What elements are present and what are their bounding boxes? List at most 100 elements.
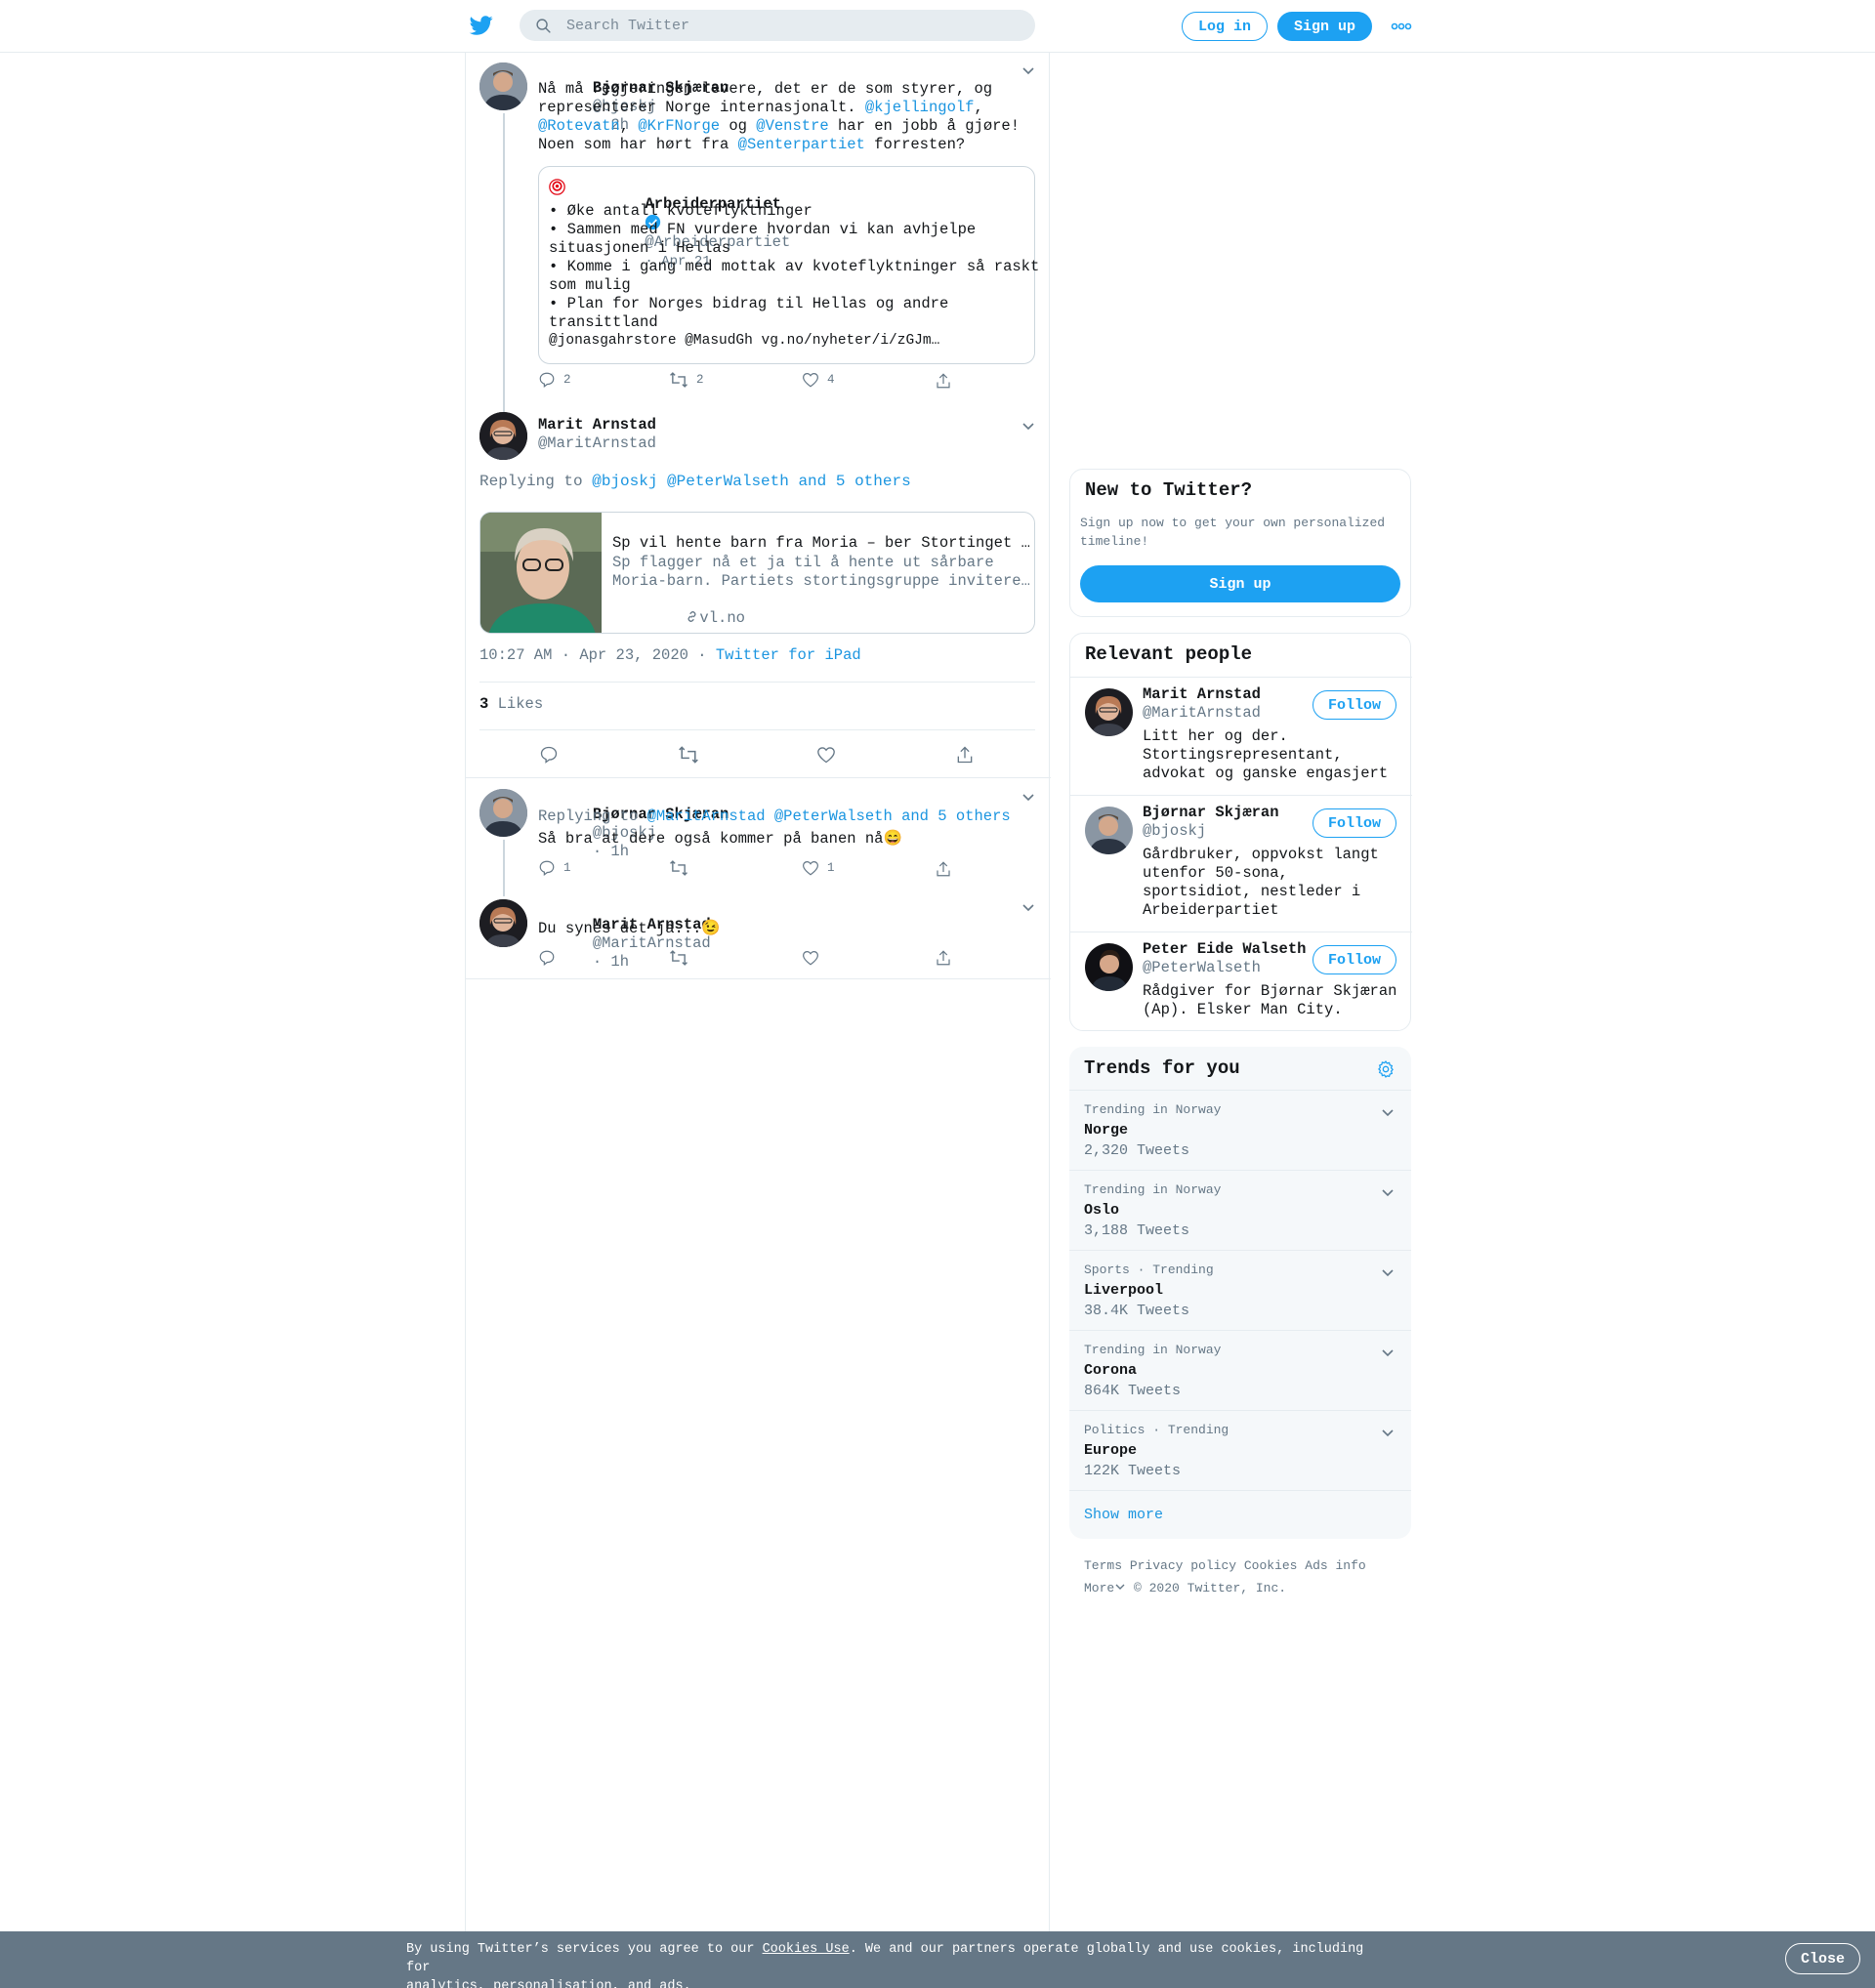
likes-stat[interactable]: 3 Likes <box>479 695 543 714</box>
reply-count: 1 <box>563 861 571 875</box>
share-icon[interactable] <box>935 372 952 390</box>
card-domain: vl.no <box>612 591 745 633</box>
trend-count: 122K Tweets <box>1084 1463 1182 1479</box>
mention-link[interactable]: @Rotevatn <box>538 117 620 135</box>
card-description: Sp flagger nå et ja til å hente ut sårba… <box>612 554 994 571</box>
card-description: Moria-barn. Partiets stortingsgruppe inv… <box>612 572 1030 590</box>
trend-item[interactable]: Politics · Trending Europe 122K Tweets <box>1069 1411 1411 1491</box>
more-options-icon[interactable] <box>1391 18 1412 35</box>
trend-item[interactable]: Trending in Norway Norge 2,320 Tweets <box>1069 1091 1411 1171</box>
cookie-banner: By using Twitter’s services you agree to… <box>0 1931 1875 1988</box>
share-icon[interactable] <box>935 949 952 967</box>
follow-button[interactable]: Follow <box>1312 945 1396 974</box>
retweet-action[interactable]: 2 <box>669 371 704 389</box>
share-icon[interactable] <box>935 860 952 878</box>
share-icon[interactable] <box>955 745 975 765</box>
like-action[interactable]: 4 <box>802 371 835 389</box>
person-handle[interactable]: @MaritArnstad <box>1143 704 1261 723</box>
chevron-down-icon[interactable] <box>1380 1104 1396 1120</box>
chevron-down-icon[interactable] <box>1380 1425 1396 1440</box>
person-handle[interactable]: @bjoskj <box>1143 822 1206 841</box>
chevron-down-icon[interactable] <box>1380 1264 1396 1280</box>
chevron-down-icon[interactable] <box>1021 789 1036 805</box>
reply-icon[interactable] <box>539 745 559 765</box>
cookies-use-link[interactable]: Cookies Use <box>763 1942 850 1957</box>
chevron-down-icon[interactable] <box>1021 899 1036 915</box>
trend-item[interactable]: Trending in Norway Oslo 3,188 Tweets <box>1069 1171 1411 1251</box>
reply-count: 2 <box>563 373 571 387</box>
chevron-down-icon[interactable] <box>1021 418 1036 434</box>
footer-ads-link[interactable]: Ads info <box>1305 1558 1365 1573</box>
trend-item[interactable]: Trending in Norway Corona 864K Tweets <box>1069 1331 1411 1411</box>
retweet-action[interactable] <box>669 859 688 877</box>
avatar-maritarnstad[interactable] <box>479 412 527 460</box>
reply-action[interactable]: 2 <box>538 371 571 389</box>
footer-cookies-link[interactable]: Cookies <box>1244 1558 1298 1573</box>
trend-name: Oslo <box>1084 1202 1120 1219</box>
heart-icon[interactable] <box>816 745 836 765</box>
reply-action[interactable]: 1 <box>538 859 571 877</box>
focused-author-handle[interactable]: @MaritArnstad <box>538 435 656 453</box>
footer-terms-link[interactable]: Terms <box>1084 1558 1122 1573</box>
follow-button[interactable]: Follow <box>1312 808 1396 838</box>
search-box[interactable] <box>520 10 1035 41</box>
person-name[interactable]: Marit Arnstad <box>1143 685 1261 704</box>
avatar-bjoskj[interactable] <box>1085 807 1133 854</box>
mention-link[interactable]: @kjellingolf <box>865 99 975 116</box>
thread-line <box>503 840 505 896</box>
mention-link[interactable]: @KrFNorge <box>638 117 720 135</box>
follow-button[interactable]: Follow <box>1312 690 1396 720</box>
heart-icon[interactable] <box>802 949 819 967</box>
quote-line: som mulig <box>549 276 631 294</box>
footer-more-link[interactable]: More <box>1084 1581 1126 1595</box>
close-cookie-button[interactable]: Close <box>1785 1943 1860 1974</box>
replying-prefix: Replying to <box>538 808 647 825</box>
chevron-down-icon[interactable] <box>1380 1184 1396 1200</box>
login-button[interactable]: Log in <box>1182 12 1268 41</box>
chevron-down-icon[interactable] <box>1380 1345 1396 1360</box>
retweet-icon[interactable] <box>669 949 688 967</box>
signup-button[interactable]: Sign up <box>1277 12 1372 41</box>
footer-copyright: © 2020 Twitter, Inc. <box>1134 1581 1287 1595</box>
show-more-link[interactable]: Show more <box>1084 1506 1163 1524</box>
avatar-maritarnstad[interactable] <box>1085 688 1133 736</box>
mention-link[interactable]: @Senterpartiet <box>738 136 865 153</box>
search-input[interactable] <box>566 10 1016 41</box>
avatar-bjoskj[interactable] <box>479 789 527 837</box>
gear-icon[interactable] <box>1376 1059 1396 1079</box>
thread-line <box>503 113 505 457</box>
divider <box>479 682 1035 683</box>
box-title: Trends for you <box>1084 1057 1240 1079</box>
reply-icon[interactable] <box>538 949 556 967</box>
avatar-peterwalseth[interactable] <box>1085 943 1133 991</box>
retweet-icon[interactable] <box>678 745 699 765</box>
sidebar-signup-button[interactable]: Sign up <box>1080 565 1400 602</box>
tweet-source-link[interactable]: Twitter for iPad <box>716 646 861 664</box>
replying-to-links[interactable]: @bjoskj @PeterWalseth and 5 others <box>592 473 910 490</box>
box-title: New to Twitter? <box>1085 479 1253 501</box>
author-name[interactable]: Marit Arnstad <box>538 416 656 434</box>
avatar-bjoskj[interactable] <box>479 62 527 110</box>
mention-link[interactable]: @Venstre <box>756 117 828 135</box>
like-action[interactable]: 1 <box>802 859 835 877</box>
person-handle[interactable]: @PeterWalseth <box>1143 959 1261 977</box>
twitter-logo-icon[interactable] <box>469 14 494 37</box>
likes-label: Likes <box>488 695 544 713</box>
chevron-down-icon[interactable] <box>1021 62 1036 78</box>
person-bio-line: utenfor 50-sona, <box>1143 864 1288 882</box>
person-name[interactable]: Peter Eide Walseth <box>1143 940 1306 959</box>
avatar-maritarnstad[interactable] <box>479 899 527 947</box>
person-name[interactable]: Bjørnar Skjæran <box>1143 804 1279 822</box>
trend-item[interactable]: Sports · Trending Liverpool 38.4K Tweets <box>1069 1251 1411 1331</box>
tweet-time[interactable]: · 1h <box>593 953 629 971</box>
quoted-tweet[interactable]: Arbeiderpartiet @Arbeiderpartiet · Apr 2… <box>538 166 1039 364</box>
cookie-text-span: analytics, personalisation, and ads. <box>406 1979 691 1988</box>
quote-line: • Komme i gang med mottak av kvoteflyktn… <box>549 258 1040 275</box>
footer-privacy-link[interactable]: Privacy policy <box>1130 1558 1236 1573</box>
link-card[interactable]: Sp vil hente barn fra Moria – ber Storti… <box>479 512 1035 634</box>
divider <box>466 777 1051 778</box>
replying-to-links[interactable]: @MaritArnstad @PeterWalseth and 5 others <box>647 808 1011 825</box>
person-bio-line: Rådgiver for Bjørnar Skjæran <box>1143 982 1397 1000</box>
focused-author-name[interactable]: Marit Arnstad <box>538 416 656 435</box>
timestamp-text[interactable]: 10:27 AM · Apr 23, 2020 · <box>479 646 716 664</box>
